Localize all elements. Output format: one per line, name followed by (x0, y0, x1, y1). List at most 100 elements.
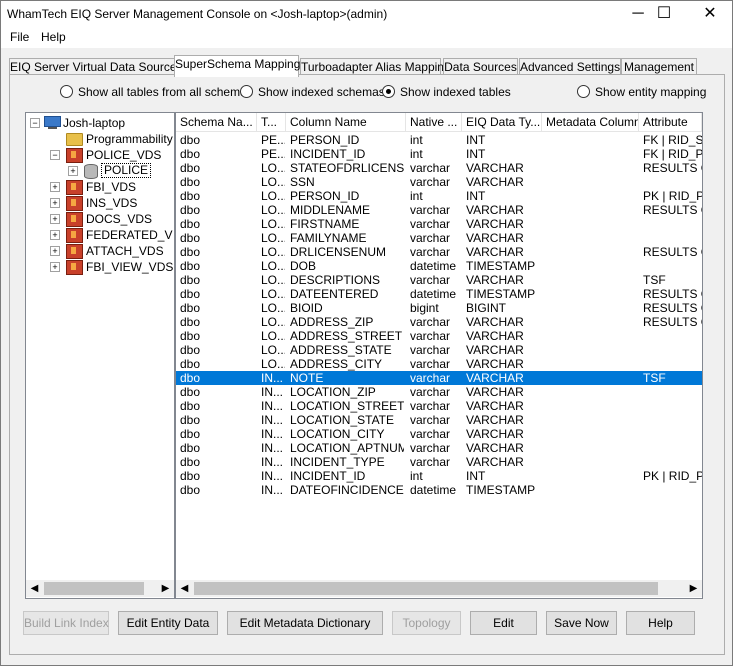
scroll-left-icon[interactable]: ◀ (176, 580, 193, 597)
table-row[interactable]: dbo LO... FAMILYNAME varchar VARCHAR (176, 231, 702, 245)
cell-attribute (643, 329, 702, 343)
radio-show-indexed-schemas[interactable]: Show indexed schemas (240, 85, 385, 99)
table-row[interactable]: dbo LO... STATEOFDRLICENSE varchar VARCHAR RE… (176, 161, 702, 175)
table-row[interactable]: dbo IN... LOCATION_APTNUM varchar VARCHAR (176, 441, 702, 455)
expand-icon[interactable]: + (50, 262, 60, 272)
table-row[interactable]: dbo IN... LOCATION_CITY varchar VARCHAR (176, 427, 702, 441)
view-options: Show all tables from all schemas Show in… (10, 85, 724, 101)
edit-metadata-dictionary-button[interactable]: Edit Metadata Dictionary (227, 611, 383, 635)
superschema-mapping-panel: Show all tables from all schemas Show in… (9, 74, 725, 655)
maximize-icon[interactable]: ☐ (641, 1, 687, 29)
menu-help[interactable]: Help (38, 30, 69, 44)
table-row[interactable]: dbo LO... BIOID bigint BIGINT RESULTS C (176, 301, 702, 315)
cell-attribute (643, 413, 702, 427)
column-header-table[interactable]: T... (257, 113, 286, 131)
scroll-left-icon[interactable]: ◀ (26, 580, 43, 597)
build-link-index-button[interactable]: Build Link Index (23, 611, 109, 635)
column-mapping-grid[interactable]: Schema Na... T... Column Name Native ...… (175, 112, 703, 599)
cell-eiq-data-type: TIMESTAMP (466, 483, 536, 497)
cell-eiq-data-type: VARCHAR (466, 413, 524, 427)
cell-eiq-data-type: VARCHAR (466, 441, 524, 455)
cell-eiq-data-type: VARCHAR (466, 357, 524, 371)
save-now-button[interactable]: Save Now (546, 611, 617, 635)
table-row[interactable]: dbo LO... DATEENTERED datetime TIMESTAMP RESU… (176, 287, 702, 301)
table-row[interactable]: dbo LO... DOB datetime TIMESTAMP (176, 259, 702, 273)
table-row-selected[interactable]: dbo IN... NOTE varchar VARCHAR TSF (176, 371, 702, 385)
table-row[interactable]: dbo LO... FIRSTNAME varchar VARCHAR (176, 217, 702, 231)
table-row[interactable]: dbo LO... DESCRIPTIONS varchar VARCHAR TSF (176, 273, 702, 287)
scroll-right-icon[interactable]: ▶ (157, 580, 174, 597)
help-button[interactable]: Help (626, 611, 695, 635)
table-row[interactable]: dbo LO... ADDRESS_CITY varchar VARCHAR (176, 357, 702, 371)
cell-table: LO... (261, 301, 285, 315)
column-header-schema-name[interactable]: Schema Na... (176, 113, 257, 131)
cell-column-name: FIRSTNAME (290, 217, 360, 231)
table-row[interactable]: dbo IN... LOCATION_ZIP varchar VARCHAR (176, 385, 702, 399)
computer-icon (44, 116, 61, 129)
server-tree[interactable]: − Josh-laptop Programmability − POLICE_V… (25, 112, 175, 599)
cell-native-type: bigint (410, 301, 439, 315)
menu-file[interactable]: File (7, 30, 32, 44)
edit-button[interactable]: Edit (470, 611, 537, 635)
table-row[interactable]: dbo LO... SSN varchar VARCHAR (176, 175, 702, 189)
cell-schema-name: dbo (180, 343, 201, 357)
table-row[interactable]: dbo LO... ADDRESS_ZIP varchar VARCHAR RESULTS… (176, 315, 702, 329)
cell-native-type: varchar (410, 175, 451, 189)
cell-metadata-column (546, 273, 639, 287)
cell-eiq-data-type: INT (466, 189, 486, 203)
expand-icon[interactable]: + (50, 246, 60, 256)
cell-native-type: varchar (410, 217, 451, 231)
table-row[interactable]: dbo IN... INCIDENT_ID int INT PK | RID_PF (176, 469, 702, 483)
cell-schema-name: dbo (180, 259, 201, 273)
expand-icon[interactable]: + (50, 182, 60, 192)
column-header-metadata-column[interactable]: Metadata Column (542, 113, 639, 131)
edit-entity-data-button[interactable]: Edit Entity Data (118, 611, 218, 635)
tree-horizontal-scrollbar[interactable]: ◀ ▶ (26, 580, 174, 597)
column-header-attribute[interactable]: Attribute (639, 113, 702, 131)
collapse-icon[interactable]: − (50, 150, 60, 160)
grid-header: Schema Na... T... Column Name Native ...… (176, 113, 702, 132)
table-row[interactable]: dbo IN... LOCATION_STATE varchar VARCHAR (176, 413, 702, 427)
scrollbar-thumb[interactable] (44, 582, 144, 595)
table-row[interactable]: dbo IN... INCIDENT_TYPE varchar VARCHAR (176, 455, 702, 469)
column-header-column-name[interactable]: Column Name (286, 113, 406, 131)
radio-show-indexed-tables[interactable]: Show indexed tables (382, 85, 511, 99)
cell-attribute (643, 483, 702, 497)
table-row[interactable]: dbo LO... ADDRESS_STATE varchar VARCHAR (176, 343, 702, 357)
table-row[interactable]: dbo LO... MIDDLENAME varchar VARCHAR RESULTS … (176, 203, 702, 217)
table-row[interactable]: dbo PE... PERSON_ID int INT FK | RID_SE (176, 133, 702, 147)
cell-eiq-data-type: VARCHAR (466, 371, 524, 385)
cell-metadata-column (546, 469, 639, 483)
scroll-right-icon[interactable]: ▶ (685, 580, 702, 597)
cell-attribute (643, 231, 702, 245)
grid-horizontal-scrollbar[interactable]: ◀ ▶ (176, 580, 702, 597)
cell-attribute: RESULTS C (643, 245, 702, 259)
cell-metadata-column (546, 147, 639, 161)
expand-icon[interactable]: + (50, 198, 60, 208)
topology-button[interactable]: Topology (392, 611, 461, 635)
cell-schema-name: dbo (180, 329, 201, 343)
table-row[interactable]: dbo IN... DATEOFINCIDENCE datetime TIMESTAMP (176, 483, 702, 497)
cell-metadata-column (546, 189, 639, 203)
table-row[interactable]: dbo IN... LOCATION_STREET varchar VARCHAR (176, 399, 702, 413)
cell-column-name: STATEOFDRLICENSE (290, 161, 404, 175)
radio-show-all-tables[interactable]: Show all tables from all schemas (60, 85, 253, 99)
tab-superschema-mapping[interactable]: SuperSchema Mapping (174, 55, 300, 77)
cell-column-name: ADDRESS_STREET (290, 329, 403, 343)
expand-icon[interactable]: + (50, 214, 60, 224)
table-row[interactable]: dbo PE... INCIDENT_ID int INT FK | RID_PR (176, 147, 702, 161)
expand-icon[interactable]: + (68, 166, 78, 176)
collapse-icon[interactable]: − (30, 118, 40, 128)
cell-column-name: LOCATION_STATE (290, 413, 395, 427)
expand-icon[interactable]: + (50, 230, 60, 240)
scrollbar-thumb[interactable] (194, 582, 658, 595)
column-header-native-type[interactable]: Native ... (406, 113, 462, 131)
table-row[interactable]: dbo LO... PERSON_ID int INT PK | RID_PF (176, 189, 702, 203)
close-icon[interactable]: ✕ (687, 1, 732, 29)
cell-attribute: PK | RID_PF (643, 189, 702, 203)
column-header-eiq-data-type[interactable]: EIQ Data Ty... (462, 113, 542, 131)
table-row[interactable]: dbo LO... DRLICENSENUM varchar VARCHAR RESULT… (176, 245, 702, 259)
cell-table: LO... (261, 161, 285, 175)
table-row[interactable]: dbo LO... ADDRESS_STREET varchar VARCHAR (176, 329, 702, 343)
radio-show-entity-mapping[interactable]: Show entity mapping (577, 85, 706, 99)
